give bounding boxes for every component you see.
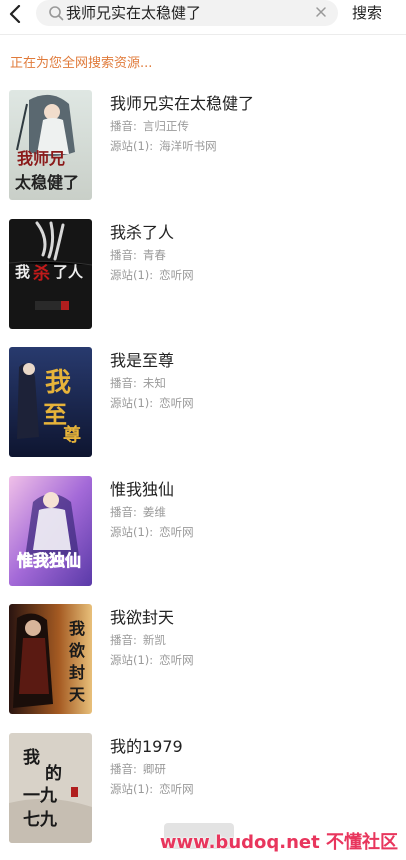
narrator-value: 未知 — [142, 376, 166, 391]
book-cover[interactable]: 我 的 一九 七九 — [9, 732, 92, 843]
source-label: 源站(1): — [110, 396, 154, 411]
narrator: 播音: 言归正传 — [110, 118, 189, 134]
source: 源站(1): 恋听网 — [110, 652, 194, 668]
watermark: www.budoq.net 不懂社区 — [159, 832, 398, 853]
book-title[interactable]: 我是至尊 — [110, 347, 174, 371]
svg-text:我: 我 — [69, 619, 85, 638]
source: 源站(1): 恋听网 — [110, 781, 194, 797]
header-divider — [0, 34, 406, 35]
book-title[interactable]: 我欲封天 — [110, 604, 174, 628]
search-box[interactable] — [36, 0, 338, 26]
result-item[interactable]: 我师兄 太稳健了 我师兄实在太稳健了 播音: 言归正传 源站(1): 海洋听书网 — [0, 90, 406, 219]
svg-text:尊: 尊 — [63, 424, 81, 446]
narrator-value: 卿研 — [142, 761, 166, 776]
svg-text:天: 天 — [69, 685, 86, 704]
narrator-label: 播音: — [110, 633, 137, 648]
narrator-value: 言归正传 — [142, 119, 189, 133]
book-title[interactable]: 我的1979 — [110, 733, 183, 757]
book-title[interactable]: 我杀了人 — [110, 219, 174, 243]
source: 源站(1): 恋听网 — [110, 267, 194, 283]
book-cover[interactable]: 我师兄 太稳健了 — [9, 90, 92, 200]
book-title[interactable]: 惟我独仙 — [110, 476, 174, 500]
narrator-label: 播音: — [110, 247, 137, 262]
source-value: 海洋听书网 — [159, 139, 217, 153]
svg-text:一九: 一九 — [23, 786, 57, 806]
source-label: 源站(1): — [110, 781, 154, 796]
svg-text:我: 我 — [45, 368, 71, 398]
narrator: 播音: 新凯 — [110, 632, 166, 648]
result-item[interactable]: 我 至 尊 我是至尊 播音: 未知 源站(1): 恋听网 — [0, 347, 406, 476]
svg-text:了人: 了人 — [53, 263, 84, 281]
book-cover[interactable]: 我 杀 了人 — [9, 218, 92, 329]
search-input[interactable] — [66, 1, 306, 23]
narrator-label: 播音: — [110, 504, 137, 519]
narrator-value: 新凯 — [142, 633, 166, 648]
svg-text:我: 我 — [23, 748, 40, 768]
svg-text:太稳健了: 太稳健了 — [14, 173, 79, 192]
svg-text:我: 我 — [15, 263, 30, 281]
source-value: 恋听网 — [159, 396, 194, 411]
result-list: 我师兄 太稳健了 我师兄实在太稳健了 播音: 言归正传 源站(1): 海洋听书网 我… — [0, 90, 406, 860]
narrator: 播音: 青春 — [110, 247, 166, 263]
source-label: 源站(1): — [110, 139, 154, 153]
chevron-left-icon — [9, 5, 21, 23]
narrator-label: 播音: — [110, 376, 137, 391]
narrator-value: 青春 — [142, 247, 166, 262]
svg-text:欲: 欲 — [68, 641, 85, 660]
source-value: 恋听网 — [159, 524, 194, 539]
result-item[interactable]: 惟我独仙 惟我独仙 播音: 姜维 源站(1): 恋听网 — [0, 475, 406, 605]
book-cover[interactable]: 惟我独仙 — [9, 475, 92, 586]
search-button[interactable]: 搜索 — [352, 2, 382, 23]
source-value: 恋听网 — [159, 781, 194, 796]
source-label: 源站(1): — [110, 267, 154, 282]
source: 源站(1): 恋听网 — [110, 524, 194, 540]
svg-text:我师兄: 我师兄 — [17, 149, 65, 168]
narrator: 播音: 未知 — [110, 375, 166, 391]
search-status: 正在为您全网搜索资源... — [10, 56, 153, 71]
svg-text:的: 的 — [45, 763, 62, 784]
svg-text:封: 封 — [69, 663, 85, 682]
narrator-label: 播音: — [110, 761, 137, 776]
book-title[interactable]: 我师兄实在太稳健了 — [110, 90, 254, 114]
source-value: 恋听网 — [159, 267, 194, 282]
source-label: 源站(1): — [110, 653, 154, 668]
search-icon — [49, 6, 64, 21]
book-cover[interactable]: 我 至 尊 — [9, 347, 92, 458]
svg-text:七九: 七九 — [23, 810, 57, 830]
clear-icon[interactable] — [314, 5, 328, 19]
source: 源站(1): 海洋听书网 — [110, 138, 217, 154]
source-label: 源站(1): — [110, 524, 154, 539]
narrator-value: 姜维 — [142, 504, 166, 519]
result-item[interactable]: 我 杀 了人 我杀了人 播音: 青春 源站(1): 恋听网 — [0, 218, 406, 348]
result-item[interactable]: 我 欲 封 天 我欲封天 播音: 新凯 源站(1): 恋听网 — [0, 604, 406, 733]
narrator: 播音: 卿研 — [110, 761, 166, 777]
top-bar: 搜索 — [0, 0, 406, 30]
source-value: 恋听网 — [159, 653, 194, 668]
svg-text:惟我独仙: 惟我独仙 — [17, 551, 81, 570]
book-cover[interactable]: 我 欲 封 天 — [9, 604, 92, 715]
source: 源站(1): 恋听网 — [110, 395, 194, 411]
svg-text:杀: 杀 — [33, 263, 50, 284]
narrator-label: 播音: — [110, 119, 137, 133]
narrator: 播音: 姜维 — [110, 504, 166, 520]
back-button[interactable] — [6, 3, 24, 25]
